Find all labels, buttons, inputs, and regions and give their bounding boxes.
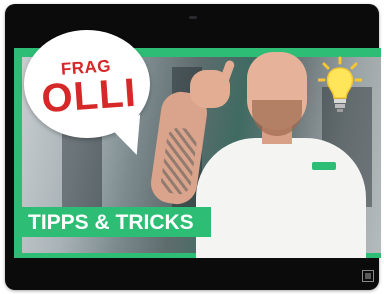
bubble-line-olli: OLLI (40, 70, 138, 122)
fullscreen-icon[interactable] (362, 270, 374, 282)
banner-title: TIPPS & TRICKS (28, 211, 194, 234)
lightbulb-icon (318, 56, 362, 112)
shirt-logo (312, 162, 336, 170)
person-shirt (196, 138, 366, 258)
camera-notch (189, 16, 197, 19)
